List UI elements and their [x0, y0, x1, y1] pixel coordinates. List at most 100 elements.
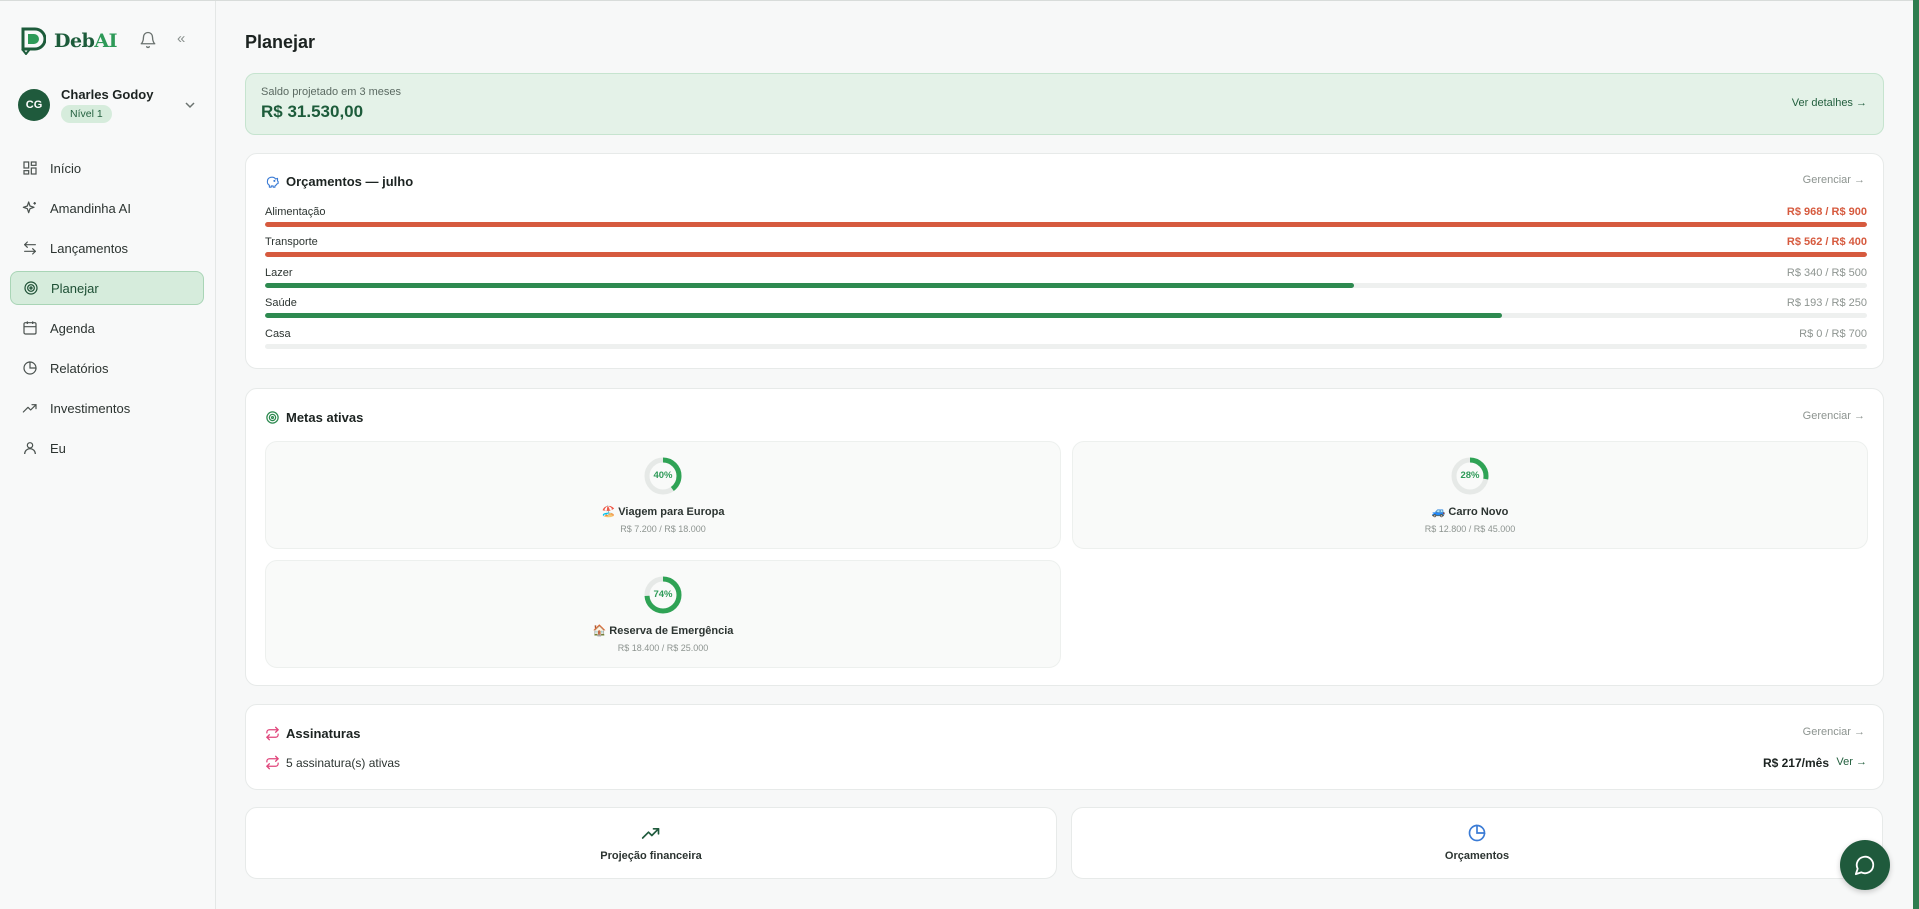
avatar: CG	[18, 89, 50, 121]
brand-name: DebAI	[54, 30, 117, 52]
sidebar-item-eu[interactable]: Eu	[10, 431, 204, 465]
trending-up-icon	[641, 828, 660, 839]
budget-amount: R$ 562 / R$ 400	[1786, 236, 1867, 248]
sidebar-item-lancamentos[interactable]: Lançamentos	[10, 231, 204, 265]
goals-manage-link[interactable]: Gerenciar →	[1803, 410, 1865, 422]
budget-progress-fill	[265, 313, 1502, 318]
chevron-down-icon	[185, 102, 195, 109]
top-border	[0, 0, 1919, 1]
subscriptions-ver-link[interactable]: Ver →	[1836, 756, 1867, 768]
ver-detalhes-link[interactable]: Ver detalhes →	[1792, 97, 1867, 109]
sidebar-item-inicio[interactable]: Início	[10, 151, 204, 185]
sidebar-item-label: Lançamentos	[50, 240, 129, 256]
budget-progress-fill	[265, 252, 1867, 257]
shortcut-label: Projeção financeira	[600, 850, 702, 862]
user-name: Charles Godoy	[61, 87, 154, 102]
budget-progress-fill	[265, 283, 1355, 288]
user-menu[interactable]: CG Charles Godoy Nível 1	[18, 87, 198, 127]
logo-icon	[21, 27, 46, 55]
sidebar-item-agenda[interactable]: Agenda	[10, 311, 204, 345]
goal-name: 🚙 Carro Novo	[1431, 506, 1509, 518]
budget-amount: R$ 193 / R$ 250	[1786, 297, 1867, 309]
sidebar-item-investimentos[interactable]: Investimentos	[10, 391, 204, 425]
sidebar-item-label: Investimentos	[50, 400, 131, 416]
budget-row[interactable]: Lazer R$ 340 / R$ 500	[265, 267, 1867, 293]
right-edge-bar	[1913, 0, 1919, 909]
sidebar-nav: Início Amandinha AI Lançamentos Planejar…	[10, 151, 204, 471]
sidebar-item-label: Amandinha AI	[50, 200, 131, 216]
goal-amount: R$ 7.200 / R$ 18.000	[620, 524, 706, 534]
subscriptions-total: R$ 217/mês	[1762, 756, 1829, 770]
shortcut-orcamentos[interactable]: Orçamentos	[1071, 807, 1883, 879]
goal-amount: R$ 18.400 / R$ 25.000	[617, 643, 709, 653]
arrows-swap-icon	[24, 241, 36, 255]
budgets-manage-link[interactable]: Gerenciar →	[1803, 174, 1865, 186]
budget-name: Saúde	[265, 297, 297, 309]
chat-bubble-icon	[1854, 855, 1875, 876]
goal-percent: 74%	[653, 589, 673, 600]
budget-progress-track	[265, 344, 1867, 349]
budget-amount: R$ 968 / R$ 900	[1786, 206, 1867, 218]
trending-up-icon	[22, 404, 37, 413]
budget-progress-fill	[265, 222, 1867, 227]
sparkles-icon	[22, 201, 36, 214]
saldo-value: R$ 31.530,00	[261, 102, 364, 121]
goal-card[interactable]: 40% 🏖️ Viagem para Europa R$ 7.200 / R$ …	[265, 441, 1061, 549]
user-icon	[24, 442, 36, 455]
budget-progress-track	[265, 283, 1867, 288]
brand[interactable]: DebAI	[20, 27, 117, 55]
budget-name: Casa	[265, 328, 291, 340]
piggy-bank-icon	[266, 176, 279, 188]
goals-title: Metas ativas	[286, 410, 364, 425]
sidebar: DebAI « CG Charles Godoy Nível 1 Início …	[0, 1, 216, 909]
goal-card[interactable]: 74% 🏠 Reserva de Emergência R$ 18.400 / …	[265, 560, 1061, 668]
subscriptions-summary: 5 assinatura(s) ativas R$ 217/mês Ver →	[265, 755, 1867, 771]
goals-card: Metas ativas Gerenciar → 40% 🏖️ Viagem p…	[245, 388, 1884, 686]
budget-progress-track	[265, 313, 1867, 318]
subscriptions-manage-link[interactable]: Gerenciar →	[1803, 726, 1865, 738]
target-icon	[266, 411, 279, 424]
saldo-projetado-banner: Saldo projetado em 3 meses R$ 31.530,00 …	[245, 73, 1884, 135]
goal-card[interactable]: 28% 🚙 Carro Novo R$ 12.800 / R$ 45.000	[1072, 441, 1868, 549]
goal-percent: 40%	[653, 470, 673, 481]
sidebar-item-amandinha-ai[interactable]: Amandinha AI	[10, 191, 204, 225]
budget-row[interactable]: Alimentação R$ 968 / R$ 900	[265, 206, 1867, 232]
budget-row[interactable]: Casa R$ 0 / R$ 700	[265, 328, 1867, 354]
budget-row[interactable]: Transporte R$ 562 / R$ 400	[265, 236, 1867, 262]
pie-chart-icon	[23, 361, 37, 375]
goal-name: 🏖️ Viagem para Europa	[601, 506, 725, 518]
budget-progress-track	[265, 222, 1867, 227]
sidebar-item-planejar[interactable]: Planejar	[10, 271, 204, 305]
budget-name: Lazer	[265, 267, 293, 279]
budget-amount: R$ 340 / R$ 500	[1786, 267, 1867, 279]
goal-name: 🏠 Reserva de Emergência	[592, 625, 734, 637]
budgets-card: Orçamentos — julho Gerenciar → Alimentaç…	[245, 153, 1884, 369]
sidebar-item-label: Planejar	[51, 280, 99, 296]
target-icon	[24, 281, 38, 295]
grid-icon	[23, 161, 37, 175]
sidebar-item-label: Início	[50, 160, 82, 176]
chat-button[interactable]	[1840, 840, 1890, 890]
sidebar-item-relatorios[interactable]: Relatórios	[10, 351, 204, 385]
page-title: Planejar	[245, 32, 316, 52]
subscriptions-count: 5 assinatura(s) ativas	[286, 756, 401, 770]
budget-progress-track	[265, 252, 1867, 257]
budget-amount: R$ 0 / R$ 700	[1799, 328, 1867, 340]
repeat-icon	[266, 726, 279, 741]
pie-chart-icon	[1468, 824, 1486, 842]
budget-row[interactable]: Saúde R$ 193 / R$ 250	[265, 297, 1867, 323]
level-badge: Nível 1	[61, 105, 112, 123]
goal-amount: R$ 12.800 / R$ 45.000	[1424, 524, 1516, 534]
budgets-title: Orçamentos — julho	[286, 174, 414, 189]
repeat-icon	[266, 755, 279, 770]
budget-name: Alimentação	[265, 206, 326, 218]
goal-percent: 28%	[1460, 470, 1480, 481]
calendar-icon	[23, 321, 37, 335]
budget-name: Transporte	[265, 236, 318, 248]
shortcut-projecao-financeira[interactable]: Projeção financeira	[245, 807, 1057, 879]
bell-icon[interactable]	[139, 31, 157, 49]
collapse-sidebar-icon[interactable]: «	[177, 31, 193, 47]
sidebar-item-label: Relatórios	[50, 360, 109, 376]
subscriptions-card: Assinaturas Gerenciar → 5 assinatura(s) …	[245, 704, 1884, 790]
shortcut-label: Orçamentos	[1444, 850, 1510, 862]
